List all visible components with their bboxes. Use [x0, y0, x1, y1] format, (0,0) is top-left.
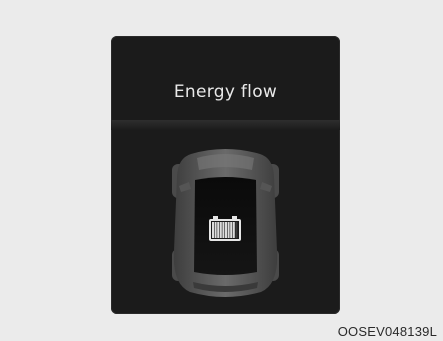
battery-cell — [214, 222, 217, 238]
car-top-view-icon — [172, 149, 279, 297]
figure-code: OOSEV048139L — [337, 324, 437, 339]
battery-cell — [227, 222, 230, 238]
battery-cell — [225, 222, 227, 238]
battery-cell — [232, 222, 235, 238]
battery-cell — [222, 222, 225, 238]
figure-page: Energy flow OOSEV048139L — [0, 0, 443, 341]
battery-icon — [209, 216, 241, 241]
battery-cell — [230, 222, 233, 238]
battery-cell — [219, 222, 222, 238]
battery-cell — [212, 222, 214, 238]
battery-cell — [235, 222, 238, 238]
battery-cell — [217, 222, 220, 238]
cluster-display: Energy flow — [111, 36, 340, 314]
